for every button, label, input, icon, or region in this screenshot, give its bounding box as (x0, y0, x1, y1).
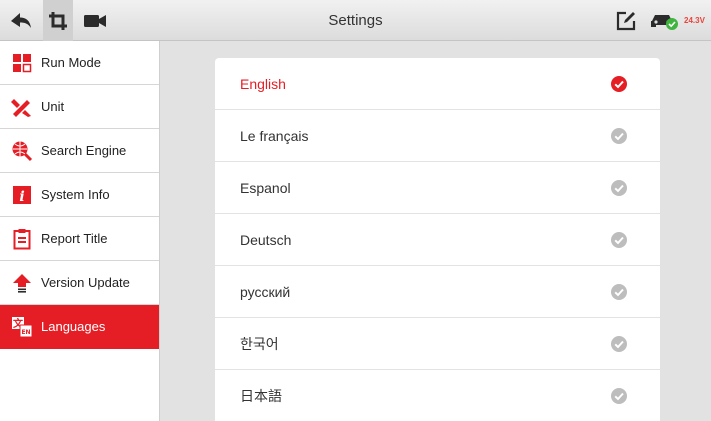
sidebar-divider (159, 41, 160, 421)
version-update-icon (11, 272, 33, 294)
sidebar-item-report-title[interactable]: Report Title (0, 217, 159, 261)
sidebar-item-label: Version Update (41, 275, 130, 290)
check-selected-icon (611, 76, 627, 92)
sidebar-item-label: Report Title (41, 231, 108, 246)
sidebar-item-version-update[interactable]: Version Update (0, 261, 159, 305)
language-option-japanese[interactable]: 日本語 (215, 370, 660, 421)
language-label: 한국어 (240, 335, 279, 352)
unit-icon (11, 96, 33, 118)
sidebar-item-label: Run Mode (41, 55, 101, 70)
language-option-korean[interactable]: 한국어 (215, 318, 660, 370)
sidebar-item-system-info[interactable]: i System Info (0, 173, 159, 217)
sidebar-item-label: Languages (41, 319, 106, 334)
settings-sidebar: Run Mode Unit Search Engine i System Inf… (0, 41, 159, 421)
top-bar: Settings 24.3V (0, 0, 711, 41)
language-option-russian[interactable]: русский (215, 266, 660, 318)
check-unselected-icon (611, 180, 627, 196)
languages-icon: 文 EN (11, 316, 33, 338)
sidebar-item-label: Unit (41, 99, 65, 114)
sidebar-item-run-mode[interactable]: Run Mode (0, 41, 159, 85)
language-option-english[interactable]: English (215, 58, 660, 110)
check-unselected-icon (611, 232, 627, 248)
language-option-spanish[interactable]: Espanol (215, 162, 660, 214)
language-label: English (240, 75, 286, 92)
crop-screenshot-icon[interactable] (43, 0, 73, 41)
edit-icon[interactable] (614, 0, 638, 41)
report-title-icon (11, 228, 33, 250)
check-unselected-icon (611, 128, 627, 144)
language-option-german[interactable]: Deutsch (215, 214, 660, 266)
sidebar-item-label: Search Engine (41, 143, 127, 158)
run-mode-icon (11, 52, 33, 74)
sidebar-item-languages[interactable]: 文 EN Languages (0, 305, 159, 349)
language-option-french[interactable]: Le français (215, 110, 660, 162)
check-unselected-icon (611, 388, 627, 404)
check-unselected-icon (611, 336, 627, 352)
video-camera-icon[interactable] (82, 0, 108, 41)
sidebar-item-search-engine[interactable]: Search Engine (0, 129, 159, 173)
sidebar-item-label: System Info (41, 187, 110, 202)
svg-text:EN: EN (21, 329, 30, 336)
system-info-icon: i (11, 184, 33, 206)
back-arrow-icon[interactable] (8, 0, 34, 41)
vehicle-connection-icon (648, 0, 680, 41)
voltage-readout: 24.3V (684, 16, 705, 25)
language-label: 日本語 (240, 387, 282, 404)
search-engine-icon (11, 140, 33, 162)
svg-text:i: i (19, 189, 24, 205)
language-list: English Le français Espanol Deutsch русс… (215, 58, 660, 421)
language-label: Espanol (240, 179, 291, 196)
check-unselected-icon (611, 284, 627, 300)
language-label: русский (240, 283, 291, 300)
language-label: Deutsch (240, 231, 292, 248)
language-label: Le français (240, 127, 309, 144)
sidebar-item-unit[interactable]: Unit (0, 85, 159, 129)
